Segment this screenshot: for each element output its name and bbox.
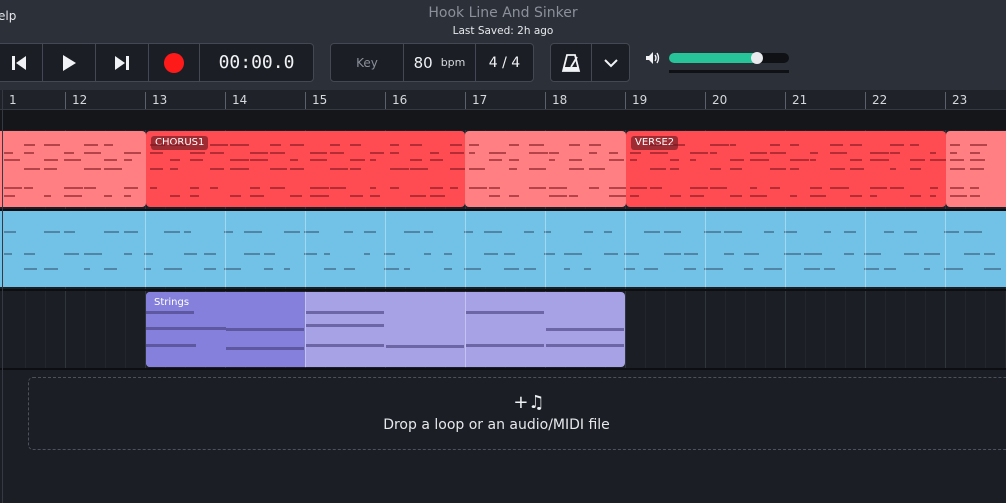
- add-music-icon: +♫: [513, 392, 545, 413]
- time-signature-button[interactable]: 4 / 4: [476, 44, 533, 81]
- track-area: CHORUS1 VERSE2 Strings: [0, 130, 1006, 370]
- metronome-panel: [550, 43, 630, 82]
- drums-clip[interactable]: [0, 131, 146, 207]
- chevron-down-icon: [603, 58, 618, 67]
- project-title[interactable]: Hook Line And Sinker: [0, 5, 1006, 21]
- skip-back-icon: [11, 55, 26, 70]
- volume-slider[interactable]: [669, 52, 789, 64]
- bar-marker-18[interactable]: 18: [545, 92, 567, 109]
- metronome-button[interactable]: [551, 44, 591, 81]
- skip-back-button[interactable]: [0, 44, 42, 81]
- bar-marker-13[interactable]: 13: [145, 92, 167, 109]
- drop-zone-text: Drop a loop or an audio/MIDI file: [383, 417, 610, 433]
- bpm-value: 80: [413, 53, 433, 72]
- clip-label: VERSE2: [631, 136, 679, 150]
- drums-clip[interactable]: [946, 131, 1006, 207]
- top-bar: elp Hook Line And Sinker Last Saved: 2h …: [0, 0, 1006, 90]
- speaker-icon[interactable]: [645, 51, 661, 65]
- bar-marker-16[interactable]: 16: [385, 92, 407, 109]
- bar-marker-1[interactable]: 1: [2, 92, 17, 109]
- drums-clip-verse2[interactable]: VERSE2: [626, 131, 946, 207]
- clip-label: Strings: [154, 297, 190, 308]
- record-icon: [164, 52, 184, 73]
- bar-marker-14[interactable]: 14: [225, 92, 247, 109]
- clip-label: CHORUS1: [151, 136, 209, 150]
- bass-clip[interactable]: [0, 211, 1006, 287]
- drums-clip-chorus1[interactable]: CHORUS1: [146, 131, 465, 207]
- time-display: 00:00.0: [218, 52, 295, 73]
- drop-zone[interactable]: +♫ Drop a loop or an audio/MIDI file: [28, 377, 1006, 450]
- transport-controls: 00:00.0: [0, 43, 314, 82]
- tempo-panel: Key 80 bpm 4 / 4: [330, 43, 534, 82]
- bar-marker-17[interactable]: 17: [465, 92, 487, 109]
- bar-marker-22[interactable]: 22: [865, 92, 887, 109]
- volume-fill: [669, 53, 759, 63]
- key-button[interactable]: Key: [331, 44, 403, 81]
- last-saved-status: Last Saved: 2h ago: [452, 25, 554, 37]
- bar-marker-21[interactable]: 21: [785, 92, 807, 109]
- skip-forward-button[interactable]: [96, 44, 148, 81]
- timeline-ruler[interactable]: 1 12 13 14 15 16 17 18 19 20 21 22 23: [0, 90, 1006, 110]
- play-button[interactable]: [43, 44, 95, 81]
- level-meter: [669, 70, 789, 73]
- metronome-options-button[interactable]: [592, 44, 629, 81]
- bar-marker-19[interactable]: 19: [625, 92, 647, 109]
- record-button[interactable]: [149, 44, 199, 81]
- loop-region-strip[interactable]: [0, 110, 1006, 130]
- play-icon: [63, 54, 76, 71]
- bar-marker-23[interactable]: 23: [945, 92, 967, 109]
- metronome-icon: [561, 53, 581, 72]
- bpm-unit: bpm: [440, 56, 466, 69]
- volume-handle[interactable]: [751, 52, 763, 64]
- bar-marker-12[interactable]: 12: [65, 92, 87, 109]
- strings-clip[interactable]: Strings: [146, 292, 625, 367]
- bar-marker-15[interactable]: 15: [305, 92, 327, 109]
- drums-clip[interactable]: [465, 131, 626, 207]
- bpm-field[interactable]: 80 bpm: [404, 44, 475, 81]
- skip-forward-icon: [115, 55, 129, 70]
- bar-marker-20[interactable]: 20: [705, 92, 727, 109]
